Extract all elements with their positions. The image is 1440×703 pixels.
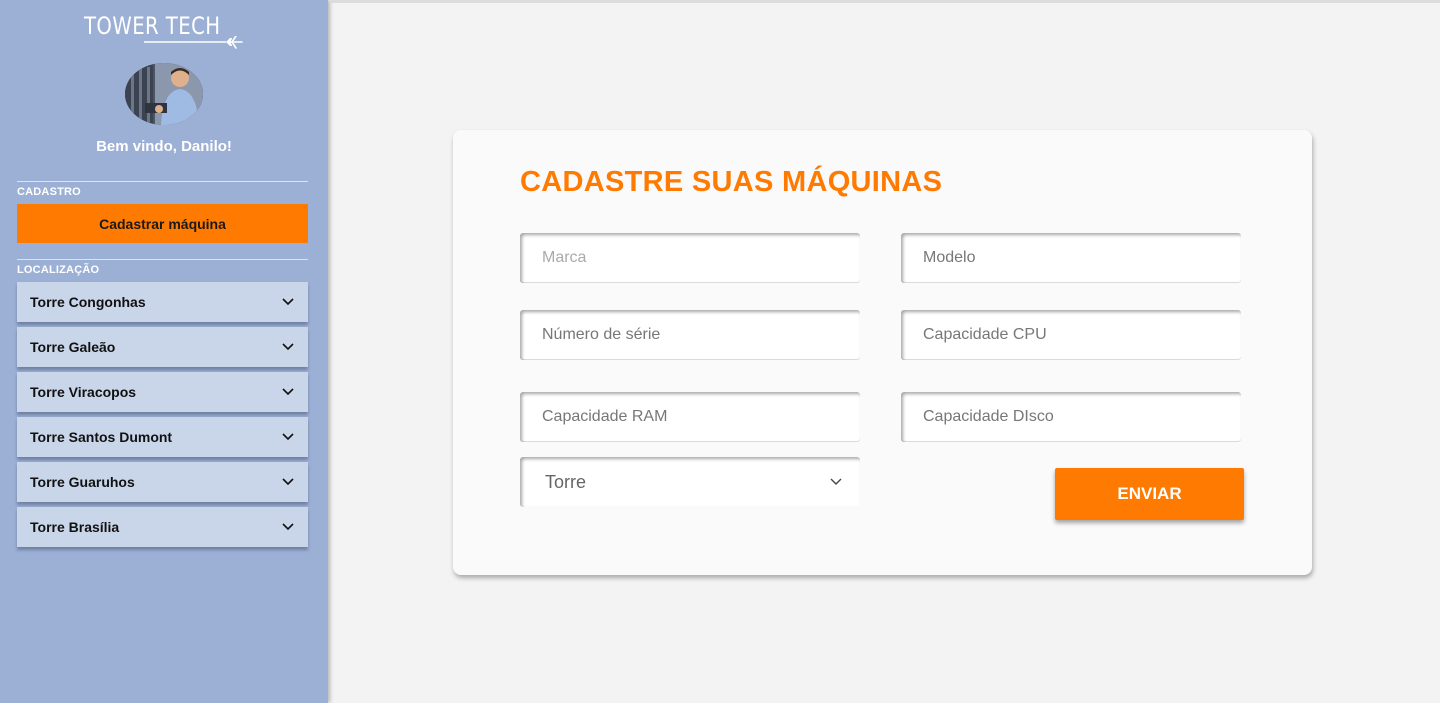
- airplane-icon: [144, 36, 243, 49]
- divider: [17, 259, 308, 260]
- user-photo: [125, 63, 203, 125]
- chevron-down-icon: [282, 388, 294, 396]
- page-title: CADASTRE SUAS MÁQUINAS: [520, 166, 943, 198]
- chevron-down-icon: [282, 298, 294, 306]
- location-item-santos-dumont[interactable]: Torre Santos Dumont: [17, 417, 308, 457]
- avatar[interactable]: [125, 63, 203, 125]
- location-item-congonhas[interactable]: Torre Congonhas: [17, 282, 308, 322]
- location-item-viracopos[interactable]: Torre Viracopos: [17, 372, 308, 412]
- location-label: Torre Brasília: [30, 519, 120, 535]
- chevron-down-icon: [282, 433, 294, 441]
- section-label-localizacao: LOCALIZAÇÃO: [17, 264, 100, 276]
- top-divider: [330, 0, 1440, 3]
- sidebar: TOWER TECH Bem vindo, Danilo! CADASTRO C…: [0, 0, 328, 703]
- chevron-down-icon: [282, 343, 294, 351]
- modelo-input[interactable]: [901, 233, 1241, 283]
- machine-form-card: CADASTRE SUAS MÁQUINAS Torre ENVIAR: [453, 130, 1312, 575]
- capacidade-cpu-input[interactable]: [901, 310, 1241, 360]
- torre-select[interactable]: Torre: [520, 457, 860, 507]
- location-item-guaruhos[interactable]: Torre Guaruhos: [17, 462, 308, 502]
- numero-serie-input[interactable]: [520, 310, 860, 360]
- location-item-brasilia[interactable]: Torre Brasília: [17, 507, 308, 547]
- enviar-button[interactable]: ENVIAR: [1055, 468, 1244, 520]
- chevron-down-icon: [282, 478, 294, 486]
- location-label: Torre Guaruhos: [30, 474, 135, 490]
- tower-tech-logo[interactable]: TOWER TECH: [84, 12, 244, 52]
- section-label-cadastro: CADASTRO: [17, 186, 81, 198]
- chevron-down-icon: [282, 523, 294, 531]
- divider: [17, 181, 308, 182]
- location-item-galeao[interactable]: Torre Galeão: [17, 327, 308, 367]
- chevron-down-icon: [830, 478, 842, 485]
- location-label: Torre Congonhas: [30, 294, 146, 310]
- location-label: Torre Viracopos: [30, 384, 137, 400]
- capacidade-ram-input[interactable]: [520, 392, 860, 442]
- torre-select-value: Torre: [545, 471, 587, 492]
- location-label: Torre Galeão: [30, 339, 116, 355]
- welcome-message: Bem vindo, Danilo!: [96, 138, 232, 155]
- capacidade-disco-input[interactable]: [901, 392, 1241, 442]
- cadastrar-maquina-button[interactable]: Cadastrar máquina: [17, 204, 308, 243]
- location-label: Torre Santos Dumont: [30, 429, 173, 445]
- location-list: Torre Congonhas Torre Galeão Torre Virac…: [17, 282, 308, 552]
- marca-input[interactable]: [520, 233, 860, 283]
